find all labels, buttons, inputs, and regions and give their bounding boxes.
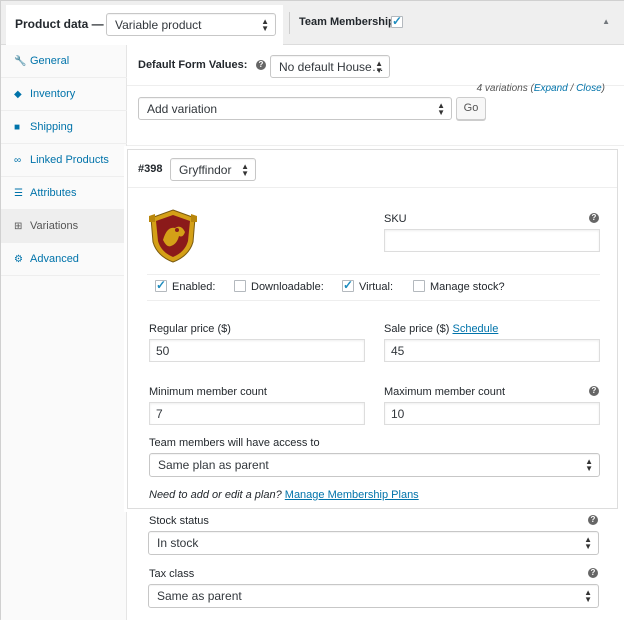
gryffindor-crest-icon <box>149 209 197 263</box>
tab-inventory[interactable]: ◆ Inventory <box>1 78 127 111</box>
list-icon: ☰ <box>14 187 23 199</box>
checkmark-icon: ✓ <box>156 278 167 292</box>
expand-link[interactable]: Expand <box>534 83 568 94</box>
add-variation-select[interactable]: Add variation ▲ ▼ <box>138 97 452 120</box>
team-membership-checkbox[interactable]: ✓ <box>391 14 403 28</box>
regular-price-input[interactable]: 50 <box>149 339 365 362</box>
checkmark-icon: ✓ <box>392 14 403 28</box>
downloadable-checkbox[interactable] <box>234 280 246 292</box>
select-arrows-icon: ▲ ▼ <box>585 457 593 473</box>
plan-note: Need to add or edit a plan? Manage Membe… <box>149 489 419 501</box>
help-icon[interactable]: ? <box>589 386 599 396</box>
default-form-values-row: Default Form Values: ? No default House…… <box>127 45 624 86</box>
variation-card: #398 Gryffindor ▲ ▼ SKU ? ✓ Enabled: Dow… <box>127 149 618 509</box>
stock-status-value: In stock <box>157 536 199 550</box>
bulk-actions-row: Add variation ▲ ▼ Go <box>127 86 624 146</box>
variation-house-value: Gryffindor <box>179 162 232 177</box>
stock-status-label: Stock status <box>149 515 209 527</box>
min-member-label: Minimum member count <box>149 386 267 398</box>
tab-label: Linked Products <box>30 154 109 166</box>
select-arrows-icon: ▲ ▼ <box>375 58 383 75</box>
variation-house-select[interactable]: Gryffindor ▲ ▼ <box>170 158 256 181</box>
tab-general[interactable]: 🔧 General <box>1 45 127 78</box>
manage-stock-checkbox[interactable] <box>413 280 425 292</box>
variation-header[interactable]: #398 Gryffindor ▲ ▼ <box>128 150 617 188</box>
default-house-select[interactable]: No default House… ▲ ▼ <box>270 55 390 78</box>
help-icon[interactable]: ? <box>589 213 599 223</box>
gear-icon: ⚙ <box>14 253 23 265</box>
regular-price-label: Regular price ($) <box>149 323 231 335</box>
panel-header: Product data — Variable product ▲ ▼ Team … <box>1 1 624 45</box>
max-member-label: Maximum member count <box>384 386 506 398</box>
tax-class-select[interactable]: Same as parent ▲ ▼ <box>148 584 599 608</box>
sku-label: SKU <box>384 213 407 225</box>
tab-label: General <box>30 55 70 67</box>
enabled-label: Enabled: <box>172 281 216 293</box>
tab-label: Shipping <box>30 121 73 133</box>
access-plan-value: Same plan as parent <box>158 458 269 472</box>
manage-plans-link[interactable]: Manage Membership Plans <box>285 489 419 501</box>
triangle-up-icon[interactable]: ▲ <box>602 17 610 26</box>
sale-price-label: Sale price ($) Schedule <box>384 323 499 335</box>
tab-label: Attributes <box>30 187 77 199</box>
close-link[interactable]: Close <box>576 83 602 94</box>
product-data-highlight: Product data — Variable product ▲ ▼ <box>6 5 283 45</box>
header-divider <box>289 12 290 34</box>
help-icon[interactable]: ? <box>588 515 598 525</box>
help-icon[interactable]: ? <box>256 60 266 70</box>
tab-attributes[interactable]: ☰ Attributes <box>1 177 127 210</box>
select-arrows-icon: ▲ ▼ <box>584 588 592 604</box>
variation-id: #398 <box>138 163 163 175</box>
downloadable-label: Downloadable: <box>251 281 324 293</box>
select-arrows-icon: ▲ ▼ <box>584 535 592 551</box>
max-member-input[interactable]: 10 <box>384 402 600 425</box>
select-arrows-icon: ▲ ▼ <box>241 161 249 178</box>
tab-advanced[interactable]: ⚙ Advanced <box>1 243 127 276</box>
default-house-value: No default House… <box>279 59 384 74</box>
truck-icon: ■ <box>14 121 21 133</box>
help-icon[interactable]: ? <box>588 568 598 578</box>
tab-variations[interactable]: ⊞ Variations <box>1 210 127 243</box>
add-variation-value: Add variation <box>147 101 218 116</box>
virtual-checkbox[interactable]: ✓ <box>342 278 354 292</box>
access-plan-select[interactable]: Same plan as parent ▲ ▼ <box>149 453 600 477</box>
go-button[interactable]: Go <box>456 97 486 120</box>
divider <box>147 300 600 301</box>
tab-shipping[interactable]: ■ Shipping <box>1 111 127 144</box>
grid-icon: ⊞ <box>14 220 23 232</box>
tab-label: Variations <box>30 220 79 232</box>
product-data-label: Product data — <box>15 17 104 31</box>
product-type-value: Variable product <box>115 17 202 32</box>
schedule-link[interactable]: Schedule <box>452 323 498 335</box>
select-arrows-icon: ▲ ▼ <box>437 100 445 117</box>
product-data-tabs: 🔧 General ◆ Inventory ■ Shipping ∞ Linke… <box>1 45 127 620</box>
product-type-select[interactable]: Variable product ▲ ▼ <box>106 13 276 36</box>
enabled-checkbox[interactable]: ✓ <box>155 278 167 292</box>
variations-count: 4 variations (Expand / Close) <box>476 83 605 94</box>
default-form-values-label: Default Form Values: <box>138 59 248 71</box>
variation-image[interactable] <box>147 208 199 264</box>
manage-stock-label: Manage stock? <box>430 281 505 293</box>
sku-input[interactable] <box>384 229 600 252</box>
tax-class-value: Same as parent <box>157 589 242 603</box>
product-data-panel: Product data — Variable product ▲ ▼ Team … <box>0 0 624 620</box>
divider <box>147 274 600 275</box>
tab-linked-products[interactable]: ∞ Linked Products <box>1 144 127 177</box>
access-label: Team members will have access to <box>149 437 320 449</box>
team-membership-label: Team Membership: <box>299 16 399 28</box>
tab-label: Advanced <box>30 253 79 265</box>
tax-class-label: Tax class <box>149 568 195 580</box>
select-arrows-icon: ▲ ▼ <box>261 16 269 33</box>
wrench-icon: 🔧 <box>14 55 27 67</box>
link-icon: ∞ <box>14 154 22 166</box>
virtual-label: Virtual: <box>359 281 394 293</box>
stock-status-select[interactable]: In stock ▲ ▼ <box>148 531 599 555</box>
tag-icon: ◆ <box>14 88 22 100</box>
min-member-input[interactable]: 7 <box>149 402 365 425</box>
tab-label: Inventory <box>30 88 76 100</box>
sale-price-input[interactable]: 45 <box>384 339 600 362</box>
checkmark-icon: ✓ <box>343 278 354 292</box>
